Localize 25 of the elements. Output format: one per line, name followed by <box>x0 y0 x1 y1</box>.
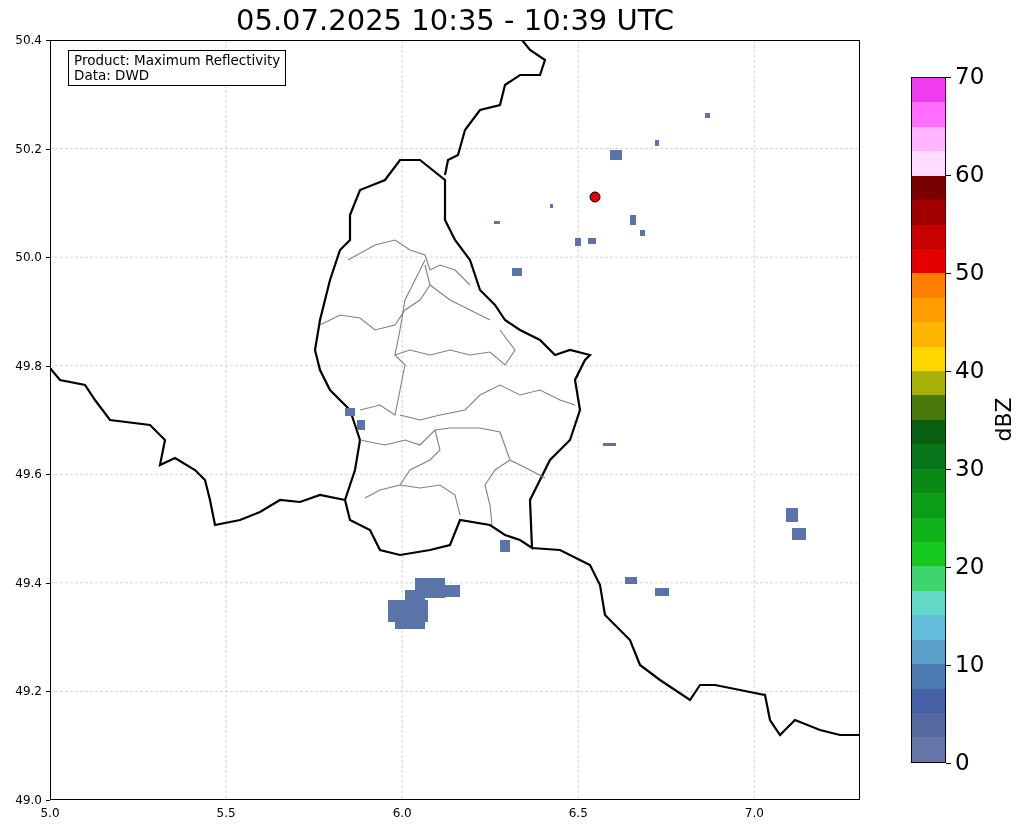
tick-label: 70 <box>955 65 985 88</box>
tick-label: 49.2 <box>15 684 42 699</box>
tick-label: 5.0 <box>39 806 61 820</box>
tick-label: 49.8 <box>15 358 42 373</box>
chart-title: 05.07.2025 10:35 - 10:39 UTC <box>235 2 674 39</box>
info-box: Product: Maximum Reflectivity Data: DWD <box>68 50 287 86</box>
tick-label: 60 <box>955 163 985 186</box>
tick-label: 0 <box>955 751 970 774</box>
tick-label: 6.5 <box>567 806 589 820</box>
tick-label: 49.4 <box>15 575 42 590</box>
tick-label: 5.5 <box>215 806 237 820</box>
tick-label: 49.6 <box>15 467 42 482</box>
axis-label: dBZ <box>990 396 1016 444</box>
tick-label: 50.0 <box>15 250 42 265</box>
tick-label: 6.0 <box>391 806 413 820</box>
tick-label: 10 <box>955 653 985 676</box>
tick-label: 20 <box>955 555 985 578</box>
tick-label: 49.0 <box>15 793 42 807</box>
location-marker <box>589 191 601 203</box>
tick-label: 50 <box>955 261 985 284</box>
tick-label: 50.2 <box>15 141 42 156</box>
tick-label: 7.0 <box>743 806 765 820</box>
tick-label: 40 <box>955 359 985 382</box>
tick-label: 30 <box>955 457 985 480</box>
tick-label: 50.4 <box>15 33 42 47</box>
